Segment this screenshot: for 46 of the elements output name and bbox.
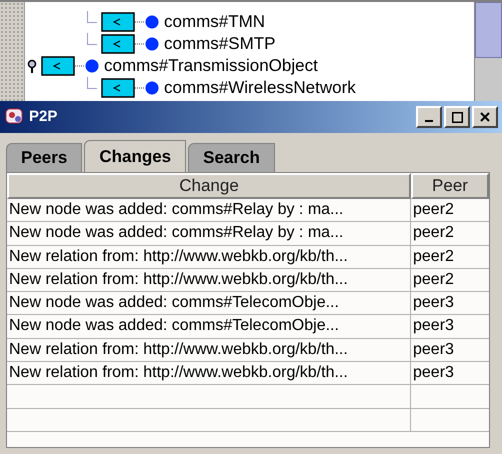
- node-dot-icon: [145, 15, 159, 29]
- table-cell: New relation from: http://www.webkb.org/kb/th...: [7, 362, 411, 384]
- table-cell: New node was added: comms#TelecomObje...: [7, 315, 411, 338]
- tab[interactable]: Peers: [6, 143, 82, 172]
- column-header[interactable]: Peer: [411, 173, 489, 199]
- table-cell: New node was added: comms#Relay by : ma...: [7, 222, 411, 245]
- node-type-icon: [101, 34, 135, 54]
- node-type-icon: [101, 78, 135, 98]
- column-header[interactable]: Change: [7, 173, 411, 199]
- scrollbar[interactable]: [474, 2, 502, 101]
- node-dot-icon: [145, 37, 159, 51]
- tree-line: [87, 77, 97, 89]
- maximize-button[interactable]: [444, 106, 470, 128]
- table-cell-text: peer3: [412, 316, 455, 336]
- table-cell-text: peer2: [412, 223, 455, 244]
- table-cell: New relation from: http://www.webkb.org/kb/th...: [7, 246, 411, 268]
- table-cell-text: peer2: [412, 200, 455, 220]
- connector-icon: [135, 42, 145, 46]
- table-cell: New node was added: comms#Relay by : ma...: [7, 199, 411, 222]
- node-type-icon: [101, 12, 135, 32]
- table-cell-text: peer2: [412, 246, 455, 267]
- node-type-icon: [41, 56, 75, 76]
- minimize-icon: [425, 120, 433, 122]
- table-cell-text: peer3: [412, 293, 455, 314]
- connector-icon: [75, 64, 85, 68]
- minimize-button[interactable]: [416, 106, 442, 128]
- table-cell-text: peer2: [412, 270, 455, 290]
- tree-handle-icon[interactable]: [27, 59, 37, 73]
- connector-icon: [135, 86, 145, 90]
- maximize-icon: [452, 112, 462, 122]
- window-title: P2P: [29, 106, 58, 127]
- close-button[interactable]: [472, 106, 498, 128]
- connector-icon: [135, 20, 145, 24]
- table-cell: New node was added: comms#TelecomObje...: [7, 292, 411, 314]
- tab[interactable]: Changes: [84, 140, 186, 172]
- node-dot-icon: [145, 81, 159, 95]
- table-cell: New relation from: http://www.webkb.org/kb/th...: [7, 268, 411, 292]
- tree-line: [87, 33, 97, 45]
- table-cell-text: peer3: [412, 363, 455, 384]
- node-dot-icon: [85, 59, 99, 73]
- table-cell-text: peer3: [412, 340, 455, 360]
- close-icon: [480, 112, 490, 122]
- tab[interactable]: Search: [188, 143, 275, 172]
- scrollbar-thumb[interactable]: [475, 2, 502, 58]
- table-cell: New relation from: http://www.webkb.org/kb/th...: [7, 338, 411, 362]
- tree-line: [87, 11, 97, 23]
